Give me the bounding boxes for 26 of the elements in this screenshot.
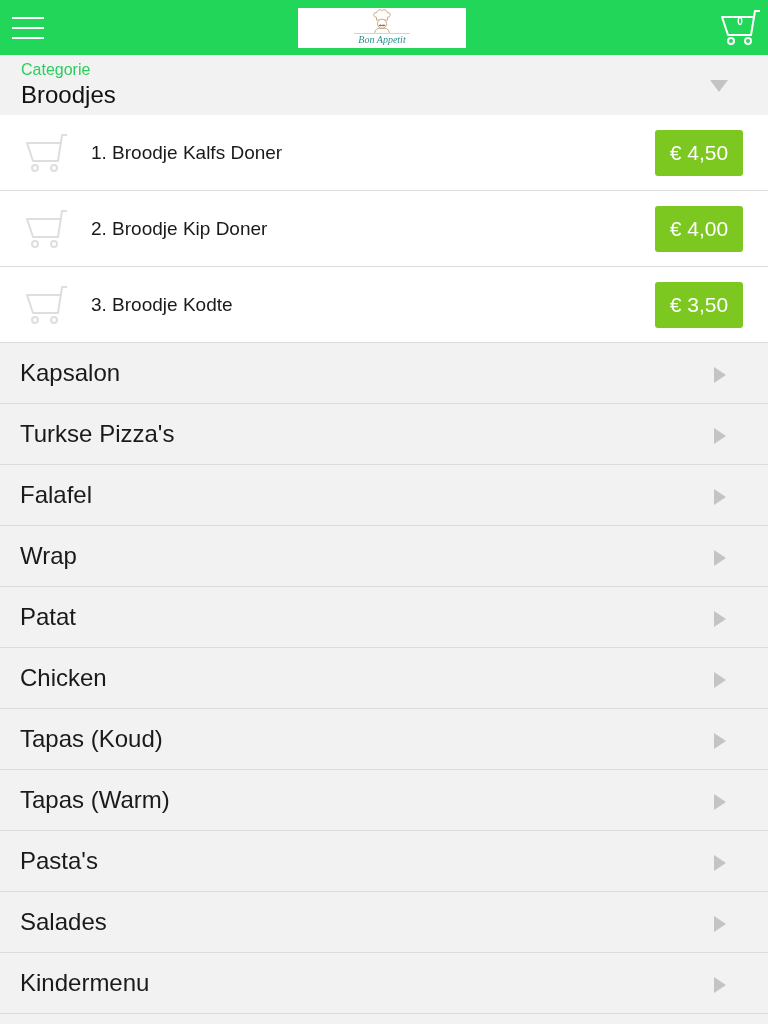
category-row[interactable]: Turkse Pizza's (0, 404, 768, 465)
product-name: 3. Broodje Kodte (91, 293, 234, 316)
category-row[interactable]: Kindermenu (0, 953, 768, 1014)
category-row[interactable]: Patat (0, 587, 768, 648)
category-row[interactable]: Tapas (Warm) (0, 770, 768, 831)
cart-icon[interactable] (24, 132, 68, 173)
category-row[interactable]: Falafel (0, 465, 768, 526)
menu-button[interactable] (12, 16, 44, 39)
category-row[interactable]: Salades (0, 892, 768, 953)
category-name: Broodjes (21, 80, 116, 110)
menu-icon (12, 16, 44, 39)
category-row[interactable]: Tapas (Koud) (0, 709, 768, 770)
product-name: 2. Broodje Kip Doner (91, 217, 269, 240)
logo-text: Bon Appetit (354, 32, 410, 46)
cart-icon (720, 8, 762, 47)
product-row[interactable]: 1. Broodje Kalfs Doner € 4,50 (0, 115, 768, 191)
category-row[interactable]: Kapsalon (0, 343, 768, 404)
category-row[interactable]: Chicken (0, 648, 768, 709)
category-row[interactable]: Pasta's (0, 831, 768, 892)
category-row[interactable]: Wrap (0, 526, 768, 587)
product-name: 1. Broodje Kalfs Doner (91, 141, 284, 164)
cart-icon[interactable] (24, 284, 68, 325)
product-row[interactable]: 2. Broodje Kip Doner € 4,00 (0, 191, 768, 267)
category-label: Categorie (21, 60, 92, 80)
product-row[interactable]: 3. Broodje Kodte € 3,50 (0, 267, 768, 343)
cart-icon[interactable] (24, 208, 68, 249)
